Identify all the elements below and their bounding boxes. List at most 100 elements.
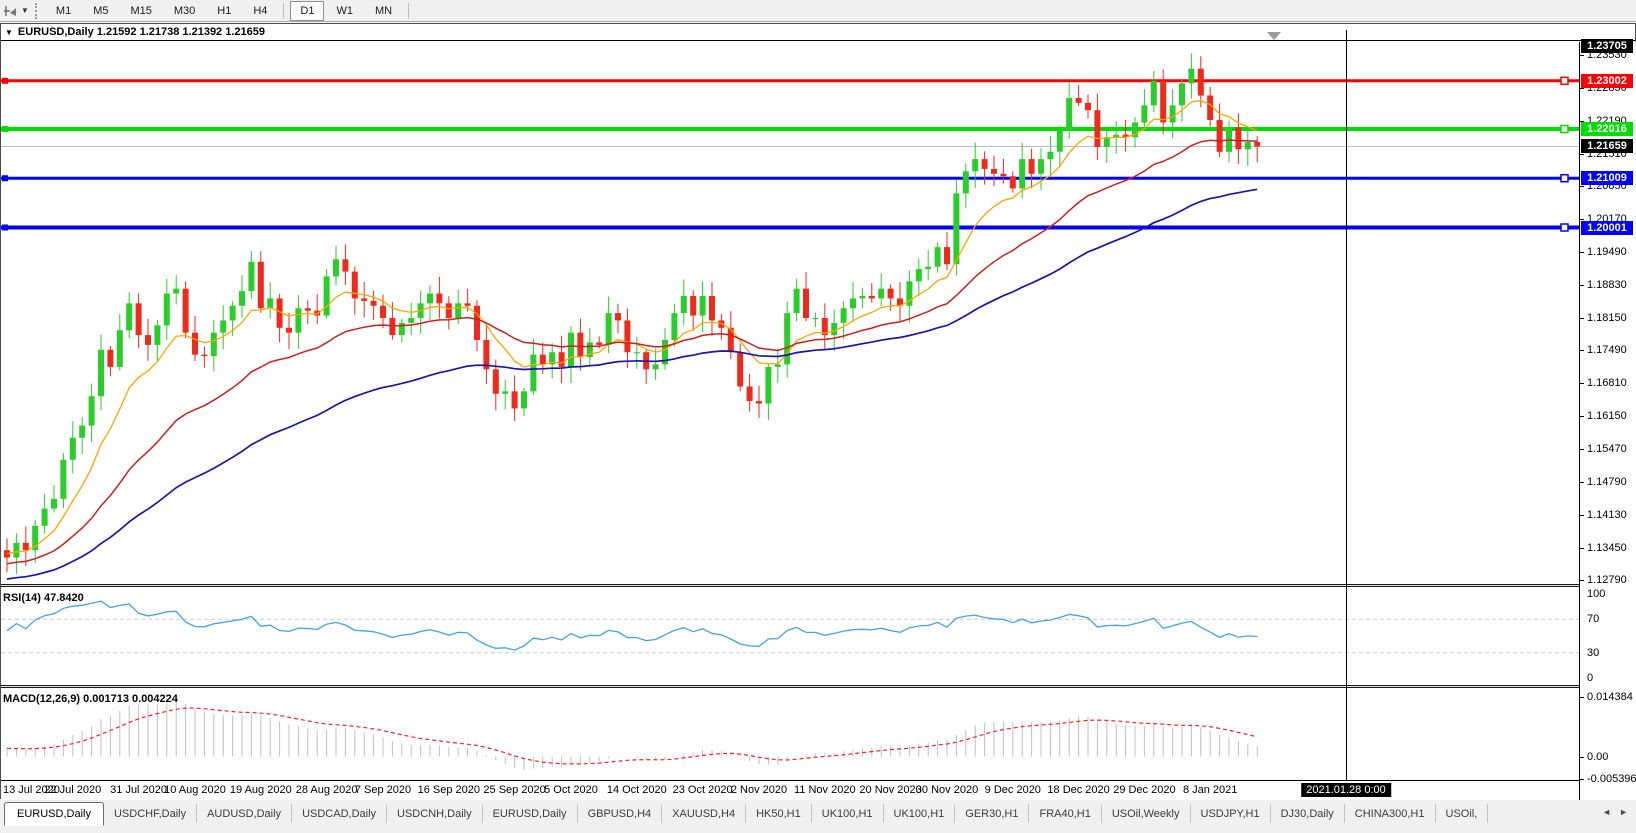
candle-body xyxy=(1216,120,1223,152)
candle-body xyxy=(455,303,462,318)
chart-tab-uk100-h1[interactable]: UK100,H1 xyxy=(884,804,956,823)
candle-body xyxy=(756,401,762,404)
candle-body xyxy=(41,508,48,526)
timeframe-button-m5[interactable]: M5 xyxy=(83,1,118,21)
candle-body xyxy=(953,193,960,265)
chart-tab-gbpusd-h4[interactable]: GBPUSD,H4 xyxy=(578,804,663,823)
candle-body xyxy=(1066,98,1073,130)
candle-body xyxy=(1085,102,1091,111)
candle-body xyxy=(1009,176,1016,189)
timeframe-button-m30[interactable]: M30 xyxy=(164,1,205,21)
hline-left-handle[interactable] xyxy=(2,224,8,231)
candle-body xyxy=(840,308,847,323)
candle-body xyxy=(79,425,86,438)
price-tick-mark xyxy=(1580,383,1584,385)
chart-tab-eurusd-daily[interactable]: EURUSD,Daily xyxy=(4,802,104,826)
macd-tick-label: 0.014384 xyxy=(1587,691,1633,703)
mt4-terminal: ▼ M1 M5 M15 M30 H1 H4 D1 W1 MN ▼ EURUSD,Daily 1.… xyxy=(0,0,1636,833)
date-axis-label: 28 Aug 2020 xyxy=(295,784,358,796)
candle-body xyxy=(1150,80,1157,106)
hline-left-handle[interactable] xyxy=(2,126,8,133)
chart-tab-audusd-daily[interactable]: AUDUSD,Daily xyxy=(197,804,293,823)
chart-plot-area[interactable]: 13 Jul 2020 22 Jul 2020 31 Jul 2020 10 Aug … xyxy=(1,30,1579,801)
date-axis-label: 31 Jul 2020 xyxy=(110,784,168,796)
hline-price-badge: 1.23002 xyxy=(1581,73,1633,88)
tab-scroll-buttons: ◄ ► xyxy=(1598,802,1636,822)
candle-body xyxy=(605,313,612,345)
candle-body xyxy=(201,354,208,357)
hline-right-handle[interactable] xyxy=(1560,76,1569,86)
candle-body xyxy=(1254,142,1261,147)
hline-right-handle[interactable] xyxy=(1560,223,1569,232)
chart-tab-fra40-h1[interactable]: FRA40,H1 xyxy=(1029,804,1102,823)
candle-body xyxy=(51,498,57,509)
chart-shift-marker[interactable] xyxy=(1267,32,1281,40)
timeframe-button-m15[interactable]: M15 xyxy=(120,1,161,21)
rsi-tick-label: 100 xyxy=(1587,588,1606,600)
hline-right-handle[interactable] xyxy=(1560,124,1569,134)
rsi-panel-canvas[interactable] xyxy=(1,588,1579,685)
chart-tab-ger30-h1[interactable]: GER30,H1 xyxy=(955,804,1030,823)
candle-body xyxy=(116,330,123,367)
hline-left-handle[interactable] xyxy=(2,77,8,84)
timeframe-button-h1[interactable]: H1 xyxy=(207,1,241,21)
candle-body xyxy=(492,369,499,394)
candle-body xyxy=(972,159,979,172)
chart-tab-bar: EURUSD,Daily USDCHF,Daily AUDUSD,Daily USDC… xyxy=(0,800,1636,826)
chart-tab-usoil-[interactable]: USOil, xyxy=(1436,804,1489,823)
chart-tool-button[interactable]: ▼ xyxy=(0,0,33,22)
scroll-left-arrow[interactable]: ◄ xyxy=(1598,805,1615,819)
date-axis-label: 25 Sep 2020 xyxy=(483,784,546,796)
chart-tab-usdchf-daily[interactable]: USDCHF,Daily xyxy=(104,804,198,823)
price-chart-canvas[interactable] xyxy=(1,42,1579,584)
chart-tab-usdjpy-h1[interactable]: USDJPY,H1 xyxy=(1191,804,1271,823)
candle-body xyxy=(323,276,330,316)
timeframe-button-d1[interactable]: D1 xyxy=(290,0,325,21)
date-axis-label: 16 Sep 2020 xyxy=(417,784,480,796)
macd-tick-mark xyxy=(1580,697,1584,698)
chart-tab-usdcnh-daily[interactable]: USDCNH,Daily xyxy=(387,804,483,823)
macd-label: MACD(12,26,9) 0.001713 0.004224 xyxy=(3,693,178,705)
date-axis-label: 9 Dec 2020 xyxy=(984,784,1041,796)
candle-body xyxy=(257,261,264,309)
candle-body xyxy=(615,313,621,321)
chart-tab-dj30-daily[interactable]: DJ30,Daily xyxy=(1271,804,1345,823)
candle-body xyxy=(210,332,217,357)
panel-splitter-rsi[interactable] xyxy=(1,584,1579,587)
hline-price-badge: 1.22016 xyxy=(1581,122,1633,136)
chart-tab-china300-h1[interactable]: CHINA300,H1 xyxy=(1345,804,1436,823)
vertical-line-object[interactable] xyxy=(1346,30,1347,780)
chart-tab-usoil-weekly[interactable]: USOil,Weekly xyxy=(1102,804,1191,823)
candle-body xyxy=(1038,159,1044,174)
toolbar-grip-handle[interactable] xyxy=(34,2,39,19)
chart-tab-uk100-h1[interactable]: UK100,H1 xyxy=(812,804,884,823)
panel-splitter-macd[interactable] xyxy=(1,685,1579,688)
macd-panel-canvas[interactable] xyxy=(1,689,1579,780)
timeframe-button-h4[interactable]: H4 xyxy=(243,1,277,21)
chart-tab-usdcad-daily[interactable]: USDCAD,Daily xyxy=(292,804,388,823)
candle-body xyxy=(539,354,546,365)
price-tick-label: 1.18150 xyxy=(1587,311,1627,324)
timeframe-button-w1[interactable]: W1 xyxy=(326,1,363,21)
candle-body xyxy=(1028,159,1035,174)
current-price-badge: 1.21659 xyxy=(1581,139,1633,154)
hline-right-handle[interactable] xyxy=(1560,173,1569,183)
hline-left-handle[interactable] xyxy=(2,175,8,182)
date-axis-label: 14 Oct 2020 xyxy=(606,784,667,796)
scroll-right-arrow[interactable]: ► xyxy=(1615,805,1632,819)
timeframe-button-m1[interactable]: M1 xyxy=(46,1,81,21)
candle-body xyxy=(135,303,142,336)
candle-body xyxy=(22,542,29,551)
collapse-triangle-icon[interactable]: ▼ xyxy=(5,28,13,37)
chart-tab-eurusd-daily[interactable]: EURUSD,Daily xyxy=(483,804,578,823)
candle-body xyxy=(69,437,76,460)
chart-tab-hk50-h1[interactable]: HK50,H1 xyxy=(746,804,812,823)
candle-body xyxy=(1094,110,1101,147)
price-tick-label: 1.14130 xyxy=(1587,508,1627,521)
price-axis[interactable]: 1.23530 1.22850 1.22190 1.21510 1.20850 1.201… xyxy=(1579,39,1636,800)
timeframe-button-mn[interactable]: MN xyxy=(365,1,402,21)
candle-body xyxy=(333,259,339,277)
chevron-down-icon: ▼ xyxy=(21,6,29,15)
candle-body xyxy=(13,542,20,558)
chart-tab-xauusd-h4[interactable]: XAUUSD,H4 xyxy=(662,804,747,823)
